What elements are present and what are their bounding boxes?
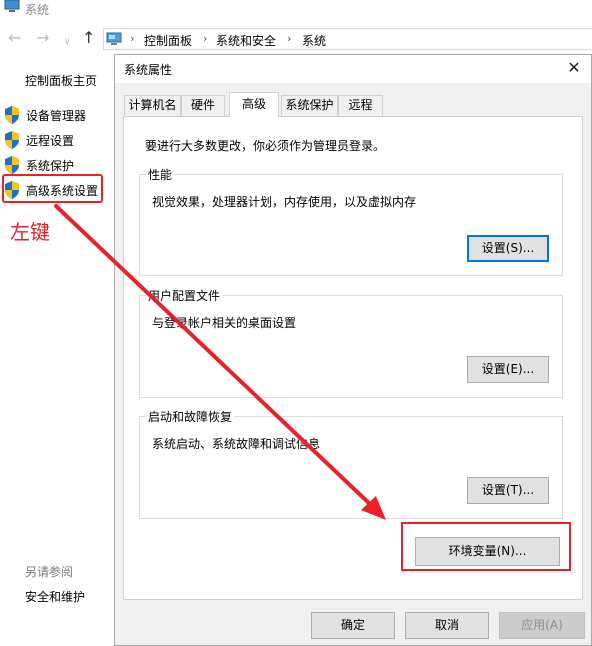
breadcrumb-separator: › bbox=[203, 32, 208, 45]
computer-icon bbox=[4, 0, 20, 12]
annotation-env-highlight-box bbox=[401, 522, 571, 571]
startup-recovery-description: 系统启动、系统故障和调试信息 bbox=[152, 437, 321, 451]
sidebar: 控制面板主页 设备管理器 远程设置 系统保护 高级系统设置 另请参阅 安全和维护 bbox=[0, 60, 115, 646]
performance-description: 视觉效果，处理器计划，内存使用，以及虚拟内存 bbox=[152, 195, 417, 209]
admin-note: 要进行大多数更改，你必须作为管理员登录。 bbox=[145, 139, 386, 153]
sidebar-home-link[interactable]: 控制面板主页 bbox=[25, 72, 97, 89]
tab-computer-name[interactable]: 计算机名 bbox=[124, 95, 181, 116]
startup-recovery-group-title: 启动和故障恢复 bbox=[146, 408, 235, 425]
breadcrumb-system-security[interactable]: 系统和安全 bbox=[216, 32, 276, 49]
sidebar-item-label: 远程设置 bbox=[26, 134, 75, 148]
dialog-title: 系统属性 bbox=[124, 63, 173, 77]
performance-settings-button[interactable]: 设置(S)... bbox=[467, 235, 549, 262]
annotation-left-click-label: 左键 bbox=[10, 220, 50, 244]
performance-group: 性能 视觉效果，处理器计划，内存使用，以及虚拟内存 设置(S)... bbox=[139, 166, 563, 276]
sidebar-item-remote[interactable]: 远程设置 bbox=[4, 130, 114, 150]
close-icon[interactable]: ✕ bbox=[563, 57, 585, 79]
up-arrow-icon[interactable]: ↑ bbox=[82, 30, 95, 46]
cancel-button[interactable]: 取消 bbox=[405, 612, 489, 639]
recent-chevron-icon[interactable]: ∨ bbox=[64, 34, 71, 50]
dialog-titlebar: 系统属性 ✕ bbox=[115, 55, 591, 83]
performance-group-title: 性能 bbox=[146, 166, 175, 183]
breadcrumb-separator: › bbox=[287, 32, 292, 45]
address-row: ← → ∨ ↑ › 控制面板 › 系统和安全 › 系统 bbox=[0, 26, 592, 54]
user-profile-description: 与登录帐户相关的桌面设置 bbox=[152, 316, 297, 330]
shield-icon bbox=[5, 106, 19, 124]
apply-button[interactable]: 应用(A) bbox=[499, 612, 585, 639]
control-panel-icon bbox=[106, 32, 122, 45]
see-also-heading: 另请参阅 bbox=[25, 565, 74, 579]
forward-arrow-icon[interactable]: → bbox=[36, 30, 49, 46]
user-profile-group: 用户配置文件 与登录帐户相关的桌面设置 设置(E)... bbox=[139, 287, 563, 398]
user-profile-group-title: 用户配置文件 bbox=[146, 287, 223, 304]
breadcrumb-separator: › bbox=[130, 32, 135, 45]
breadcrumb-system[interactable]: 系统 bbox=[302, 32, 326, 49]
tab-advanced[interactable]: 高级 bbox=[229, 92, 279, 117]
sidebar-item-device-manager[interactable]: 设备管理器 bbox=[4, 105, 114, 125]
shield-icon bbox=[5, 156, 19, 174]
address-bar[interactable]: › 控制面板 › 系统和安全 › 系统 bbox=[103, 28, 592, 50]
user-profile-settings-button[interactable]: 设置(E)... bbox=[467, 356, 549, 383]
shield-icon bbox=[5, 131, 19, 149]
window-titlebar: 系统 bbox=[0, 0, 592, 20]
ok-button[interactable]: 确定 bbox=[311, 612, 395, 639]
window-title: 系统 bbox=[25, 3, 50, 17]
sidebar-item-label: 系统保护 bbox=[26, 159, 75, 173]
sidebar-link-security-maintenance[interactable]: 安全和维护 bbox=[25, 588, 85, 605]
back-arrow-icon[interactable]: ← bbox=[8, 30, 21, 46]
sidebar-item-protection[interactable]: 系统保护 bbox=[4, 155, 114, 175]
breadcrumb-control-panel[interactable]: 控制面板 bbox=[144, 32, 192, 49]
tab-system-protection[interactable]: 系统保护 bbox=[281, 95, 338, 116]
startup-recovery-settings-button[interactable]: 设置(T)... bbox=[467, 477, 549, 504]
tab-remote[interactable]: 远程 bbox=[338, 95, 383, 116]
sidebar-item-label: 设备管理器 bbox=[26, 109, 87, 123]
tab-hardware[interactable]: 硬件 bbox=[181, 95, 225, 116]
startup-recovery-group: 启动和故障恢复 系统启动、系统故障和调试信息 设置(T)... bbox=[139, 408, 563, 519]
annotation-highlight-box bbox=[2, 174, 103, 203]
